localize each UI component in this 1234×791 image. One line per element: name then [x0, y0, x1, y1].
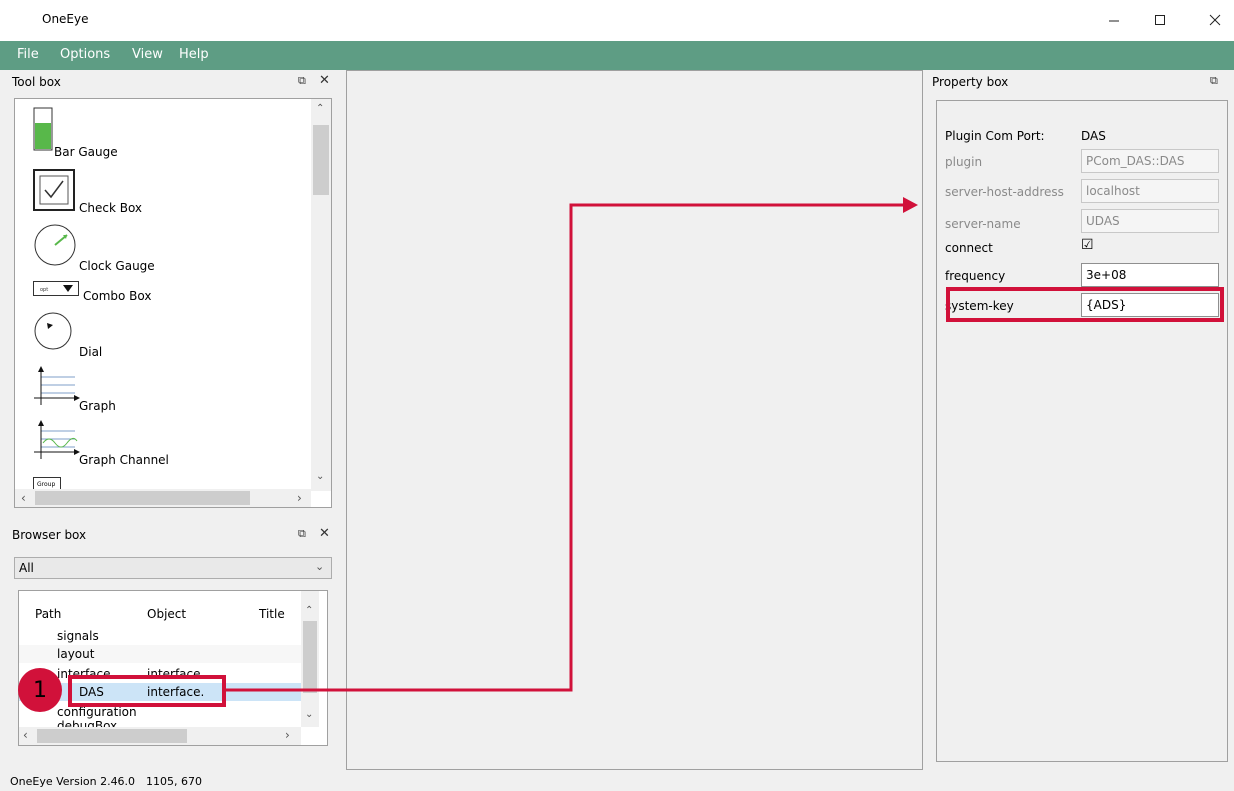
annotation-arrow	[226, 197, 918, 692]
app-window: OneEye File Options View Help Tool box ⧉…	[0, 0, 1234, 791]
callout-badge: 1	[18, 668, 62, 712]
